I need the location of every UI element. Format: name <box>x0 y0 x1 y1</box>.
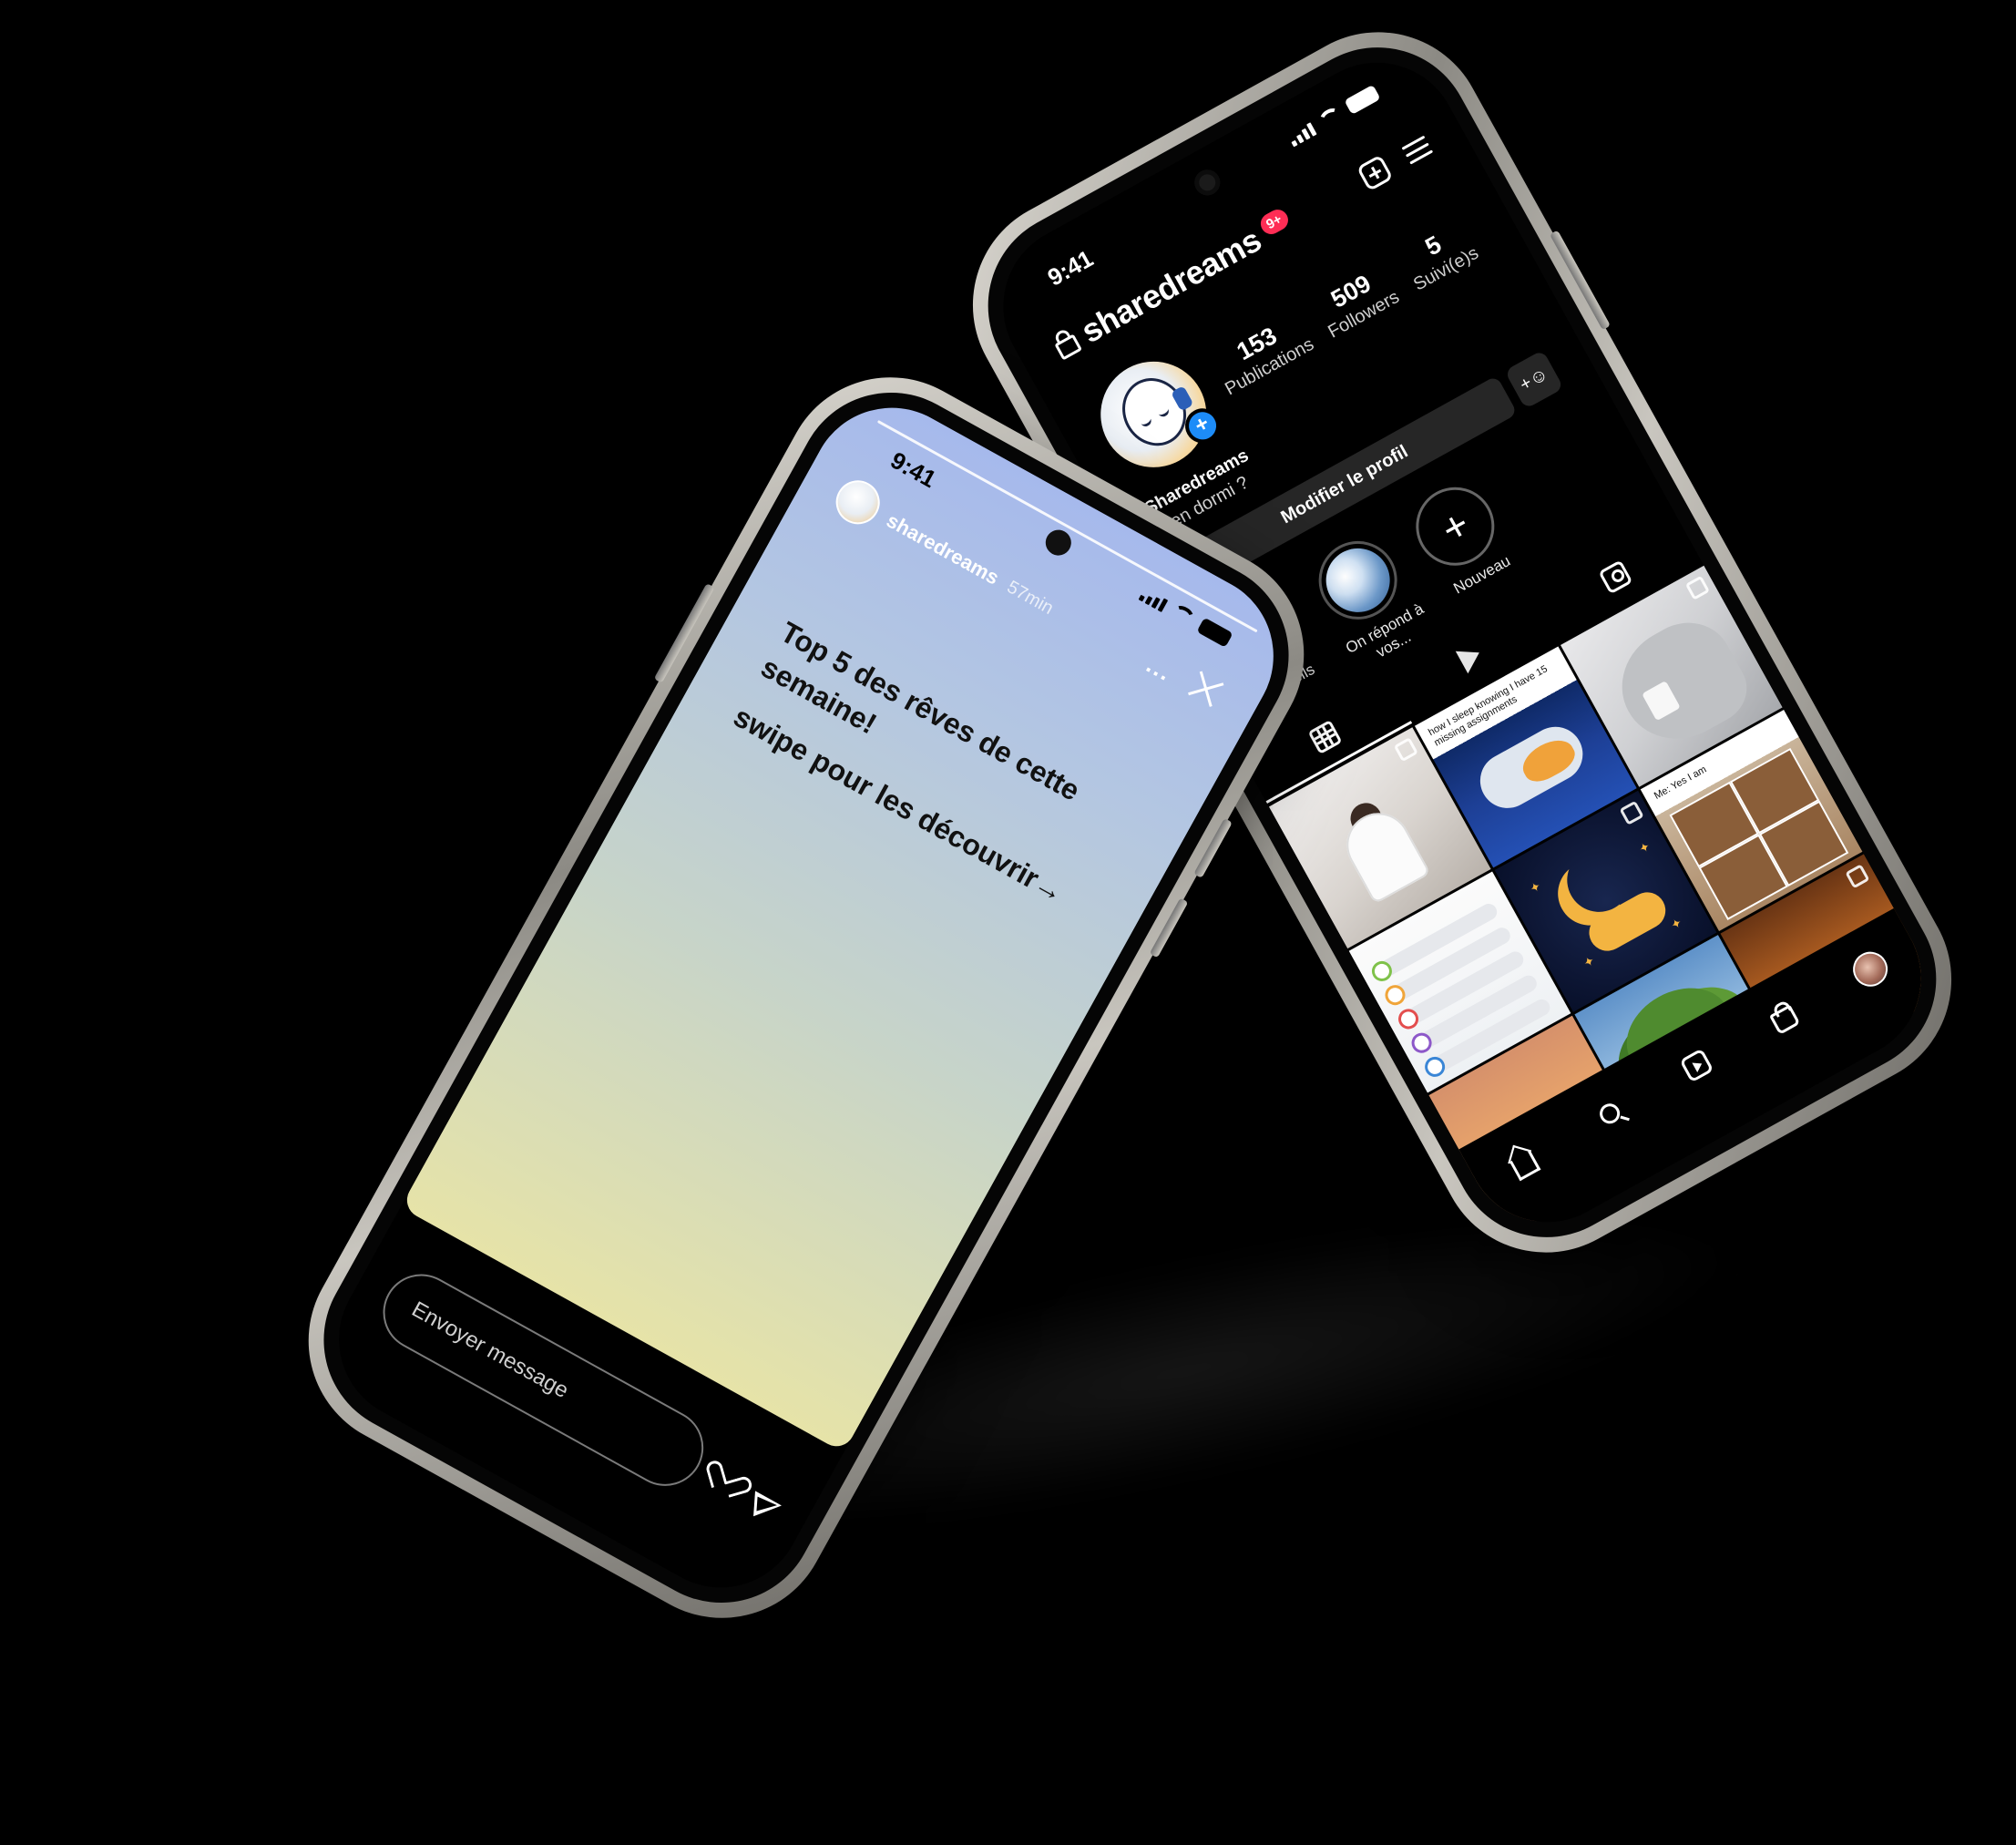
nav-shop[interactable] <box>1759 992 1808 1041</box>
status-icons <box>1138 585 1233 648</box>
carousel-icon <box>1393 737 1418 763</box>
status-time: 9:41 <box>1042 244 1098 292</box>
wifi-icon <box>1316 105 1345 130</box>
carousel-icon <box>1684 575 1711 600</box>
menu-icon[interactable] <box>1401 135 1433 165</box>
nav-search[interactable] <box>1585 1089 1634 1138</box>
stat-publications[interactable]: 153 Publications <box>1207 308 1317 400</box>
tagged-icon <box>1598 559 1633 595</box>
send-icon[interactable] <box>753 1491 783 1519</box>
nav-reels[interactable] <box>1672 1040 1721 1090</box>
reels-icon <box>1679 1048 1714 1083</box>
nav-home[interactable] <box>1498 1137 1547 1186</box>
story-author[interactable]: sharedreams 57min <box>828 472 1062 630</box>
story-timestamp: 57min <box>1003 576 1058 619</box>
cellular-signal-icon <box>1138 588 1169 613</box>
grid-icon <box>1307 719 1343 754</box>
cellular-signal-icon <box>1287 122 1317 148</box>
add-person-icon[interactable]: +☺ <box>1504 349 1564 410</box>
battery-icon <box>1344 84 1381 115</box>
top-bar-actions <box>1356 131 1435 192</box>
search-icon <box>1595 1100 1623 1128</box>
stat-followers[interactable]: 509 Followers <box>1310 261 1403 343</box>
avatar-illustration <box>1110 366 1199 457</box>
front-camera <box>1190 165 1225 200</box>
status-icons <box>1286 84 1381 148</box>
home-icon <box>1509 1150 1541 1182</box>
mockup-stage: 9:41 sharedreams 9+ + 153 Publications 5… <box>0 0 2016 1845</box>
profile-avatar <box>1847 945 1895 993</box>
close-icon[interactable] <box>1184 667 1229 712</box>
author-avatar <box>828 472 888 532</box>
carousel-icon <box>1845 864 1870 889</box>
front-camera <box>1040 525 1076 560</box>
notification-badge: 9+ <box>1256 205 1292 238</box>
heart-icon[interactable] <box>705 1460 750 1504</box>
carousel-icon <box>1619 800 1644 825</box>
more-options-icon[interactable]: ... <box>1141 651 1178 688</box>
story-text: Top 5 des rêves de cette semaine! swipe … <box>719 612 1156 948</box>
shop-icon <box>1769 1004 1801 1035</box>
nav-profile[interactable] <box>1846 944 1895 993</box>
author-username: sharedreams <box>883 508 1004 589</box>
stat-following[interactable]: 5 Suivi(e)s <box>1396 217 1482 296</box>
wifi-icon <box>1169 602 1197 628</box>
add-post-icon[interactable] <box>1356 154 1394 192</box>
reels-icon <box>1455 641 1486 674</box>
lock-icon <box>1054 333 1083 361</box>
battery-icon <box>1196 617 1233 648</box>
